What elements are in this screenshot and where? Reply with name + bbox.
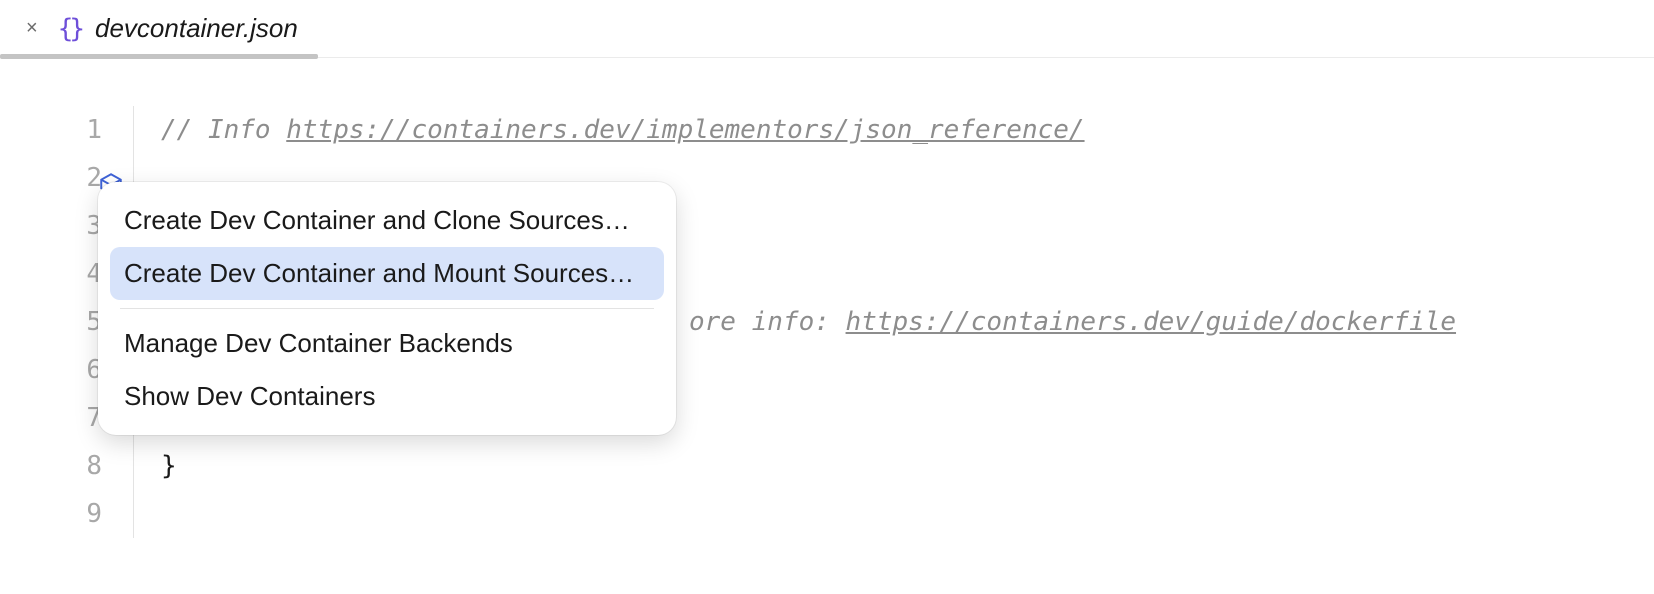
line-number: 4 (0, 250, 102, 298)
file-tab[interactable]: × {} devcontainer.json (18, 0, 298, 57)
code-line[interactable]: } (161, 442, 1654, 490)
menu-create-clone[interactable]: Create Dev Container and Clone Sources… (110, 194, 664, 247)
menu-manage-backends[interactable]: Manage Dev Container Backends (110, 317, 664, 370)
code-line[interactable]: // Info https://containers.dev/implement… (161, 106, 1654, 154)
line-number: 5 (0, 298, 102, 346)
menu-show-containers[interactable]: Show Dev Containers (110, 370, 664, 423)
line-number: 1 (0, 106, 102, 154)
line-number: 7 (0, 394, 102, 442)
editor-tab-bar: × {} devcontainer.json (0, 0, 1654, 58)
code-line[interactable] (161, 490, 1654, 538)
menu-separator (120, 308, 654, 309)
line-number: 2 (0, 154, 102, 202)
line-number: 9 (0, 490, 102, 538)
menu-create-mount[interactable]: Create Dev Container and Mount Sources… (110, 247, 664, 300)
line-number: 8 (0, 442, 102, 490)
close-icon[interactable]: × (18, 17, 46, 40)
tab-title: devcontainer.json (95, 13, 298, 44)
line-number: 3 (0, 202, 102, 250)
line-number: 6 (0, 346, 102, 394)
json-file-icon: {} (58, 14, 81, 44)
context-menu: Create Dev Container and Clone Sources… … (98, 182, 676, 435)
